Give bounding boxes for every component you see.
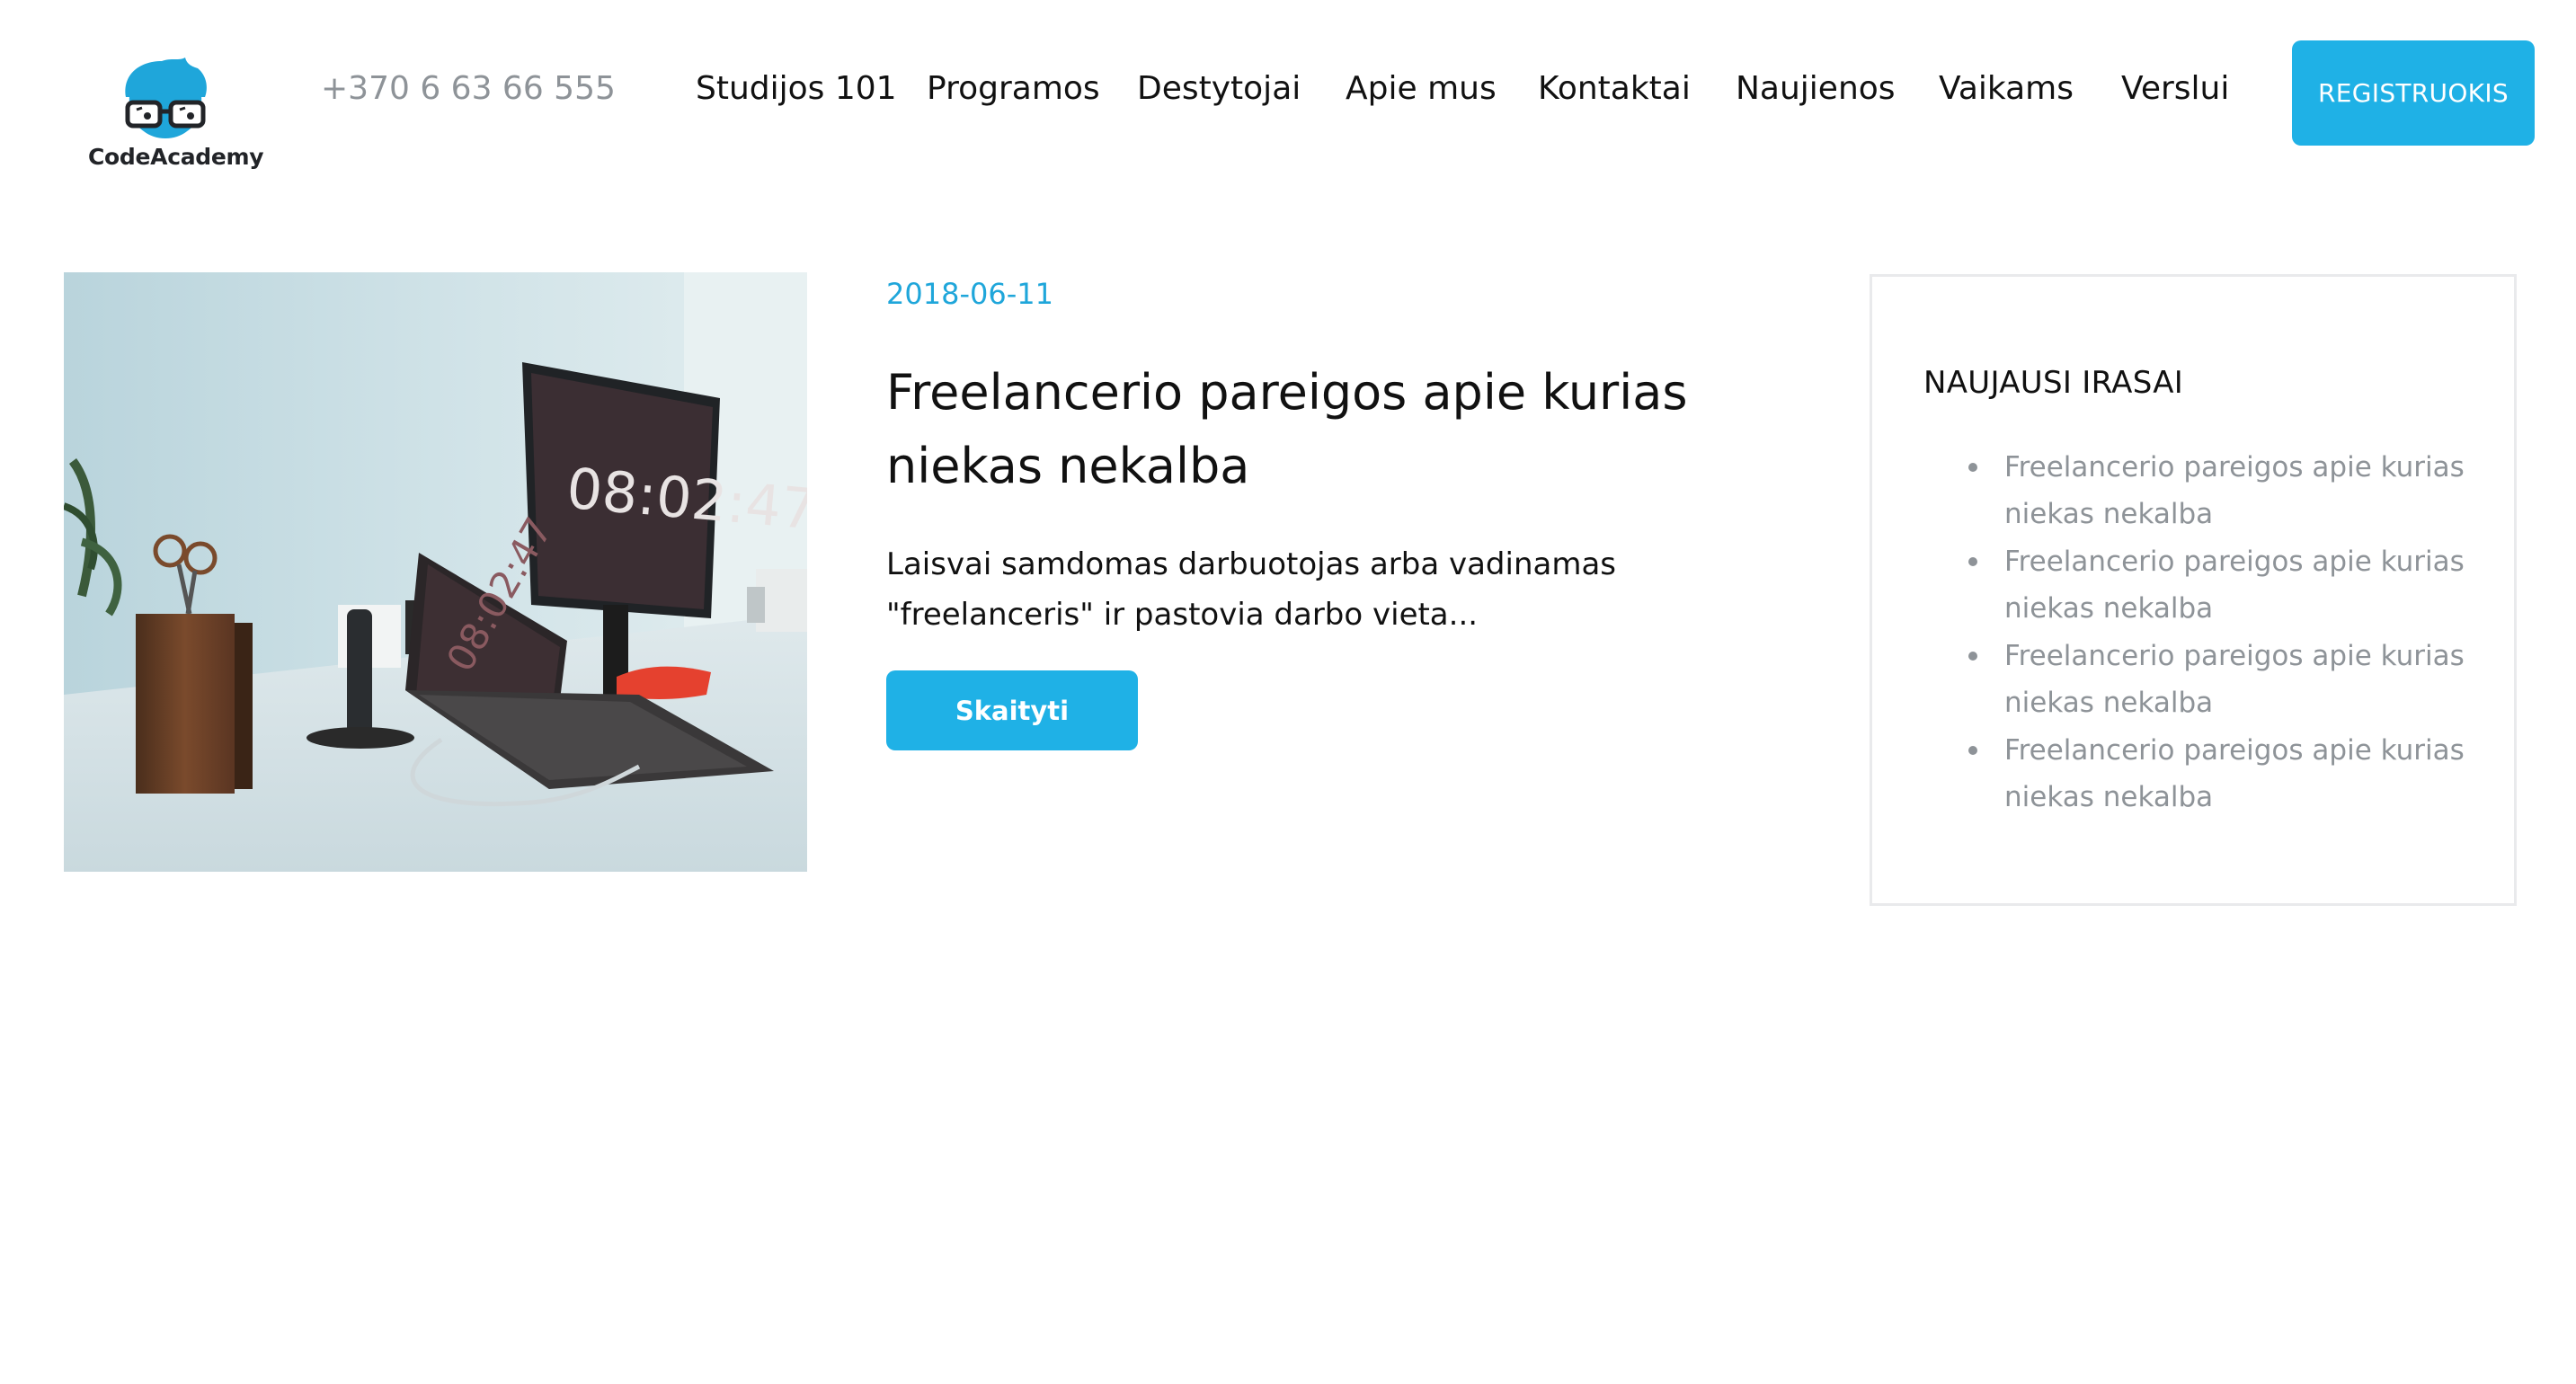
nav-item-apie-mus[interactable]: Apie mus bbox=[1346, 70, 1497, 107]
recent-post-link[interactable]: Freelancerio pareigos apie kurias niekas… bbox=[1923, 727, 2481, 821]
post-image[interactable]: 08:02:47 08:02:47 bbox=[64, 272, 807, 872]
read-more-button[interactable]: Skaityti bbox=[886, 670, 1138, 750]
recent-post-label[interactable]: Freelancerio pareigos apie kurias niekas… bbox=[2004, 640, 2465, 719]
recent-post-link[interactable]: Freelancerio pareigos apie kurias niekas… bbox=[1923, 538, 2481, 632]
nav-item-verslui[interactable]: Verslui bbox=[2121, 70, 2229, 107]
nav-item-programos[interactable]: Programos bbox=[927, 70, 1100, 107]
post-title[interactable]: Freelancerio pareigos apie kurias niekas… bbox=[886, 356, 1830, 503]
recent-post-link[interactable]: Freelancerio pareigos apie kurias niekas… bbox=[1923, 444, 2481, 537]
site-header: CodeAcademy +370 6 63 66 555 Studijos 10… bbox=[0, 0, 2576, 180]
desk-illustration: 08:02:47 08:02:47 bbox=[64, 272, 807, 872]
logo-text: CodeAcademy bbox=[88, 144, 264, 170]
register-button[interactable]: REGISTRUOKIS bbox=[2292, 40, 2535, 146]
recent-post-label[interactable]: Freelancerio pareigos apie kurias niekas… bbox=[2004, 546, 2465, 625]
bullet-icon bbox=[1968, 652, 1977, 661]
bullet-icon bbox=[1968, 557, 1977, 566]
recent-posts-list: Freelancerio pareigos apie kurias niekas… bbox=[1923, 444, 2481, 821]
bullet-icon bbox=[1968, 746, 1977, 755]
nav-item-destytojai[interactable]: Destytojai bbox=[1137, 70, 1301, 107]
recent-posts-widget: NAUJAUSI IRASAI Freelancerio pareigos ap… bbox=[1870, 274, 2517, 906]
nav-item-studijos[interactable]: Studijos 101 bbox=[696, 70, 897, 107]
phone-number[interactable]: +370 6 63 66 555 bbox=[321, 70, 616, 107]
bullet-icon bbox=[1968, 463, 1977, 472]
recent-post-label[interactable]: Freelancerio pareigos apie kurias niekas… bbox=[2004, 451, 2465, 530]
recent-posts-title: NAUJAUSI IRASAI bbox=[1923, 365, 2184, 401]
recent-post-link[interactable]: Freelancerio pareigos apie kurias niekas… bbox=[1923, 633, 2481, 726]
recent-post-label[interactable]: Freelancerio pareigos apie kurias niekas… bbox=[2004, 734, 2465, 813]
nav-item-kontaktai[interactable]: Kontaktai bbox=[1538, 70, 1691, 107]
post-excerpt: Laisvai samdomas darbuotojas arba vadina… bbox=[886, 546, 1617, 633]
nav-item-vaikams[interactable]: Vaikams bbox=[1939, 70, 2074, 107]
nav-item-naujienos[interactable]: Naujienos bbox=[1736, 70, 1896, 107]
post-date: 2018-06-11 bbox=[886, 277, 1053, 311]
logo[interactable]: CodeAcademy bbox=[81, 47, 270, 173]
logo-mascot-icon bbox=[125, 58, 207, 138]
